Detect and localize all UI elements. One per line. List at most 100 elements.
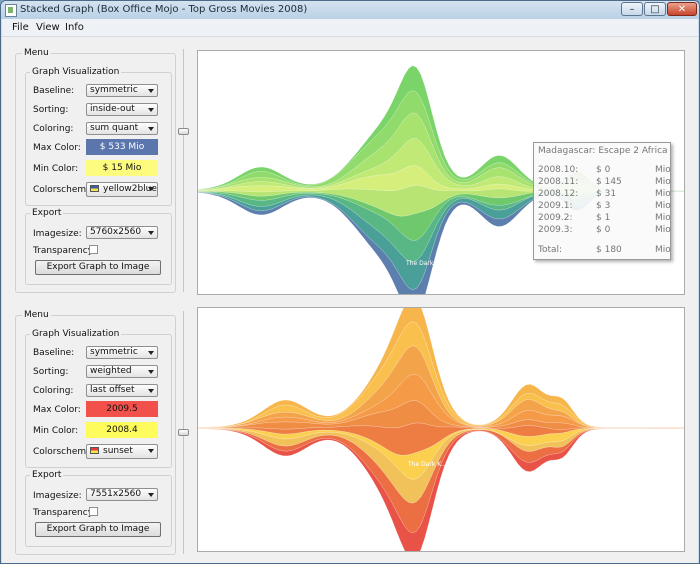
chevron-down-icon	[148, 370, 154, 374]
sorting-select[interactable]: inside-out	[86, 103, 158, 116]
close-button[interactable]: ✕	[667, 2, 697, 16]
movie-tooltip: Madagascar: Escape 2 Africa 2008.10: $ 0 M…	[533, 142, 671, 260]
min-color-label: Min Color:	[33, 426, 79, 436]
tooltip-unit: Mio	[655, 165, 671, 175]
tooltip-row: 2008.11: $ 145 Mio	[538, 177, 671, 188]
tooltip-row: 2009.1: $ 3 Mio	[538, 201, 671, 212]
sorting-value: inside-out	[90, 104, 135, 114]
tooltip-unit: Mio	[655, 225, 671, 235]
stream-layer-label: The Dark K...	[405, 260, 445, 267]
stacked-graph-canvas[interactable]: The Dark K...	[197, 307, 685, 552]
tooltip-period: 2008.10:	[538, 165, 579, 175]
transparency-label: Transparency:	[33, 508, 96, 518]
tooltip-amount: $ 3	[596, 201, 611, 211]
min-color-button[interactable]: $ 15 Mio	[86, 160, 158, 176]
maximize-button[interactable]: □	[644, 2, 666, 16]
graph-visualization-title: Graph Visualization	[30, 329, 122, 339]
export-title: Export	[30, 208, 64, 218]
tooltip-unit: Mio	[655, 201, 671, 211]
title-bar[interactable]: Stacked Graph (Box Office Mojo - Top Gro…	[1, 1, 699, 19]
chevron-down-icon	[148, 351, 154, 355]
graph-visualization-title: Graph Visualization	[30, 67, 122, 77]
imagesize-select[interactable]: 5760x2560	[86, 226, 158, 239]
stream-layer-label: The Dark K...	[407, 461, 447, 468]
transparency-checkbox[interactable]	[89, 245, 98, 254]
tooltip-row: 2008.12: $ 31 Mio	[538, 189, 671, 200]
tooltip-unit: Mio	[655, 189, 671, 199]
tooltip-total-unit: Mio	[655, 245, 671, 255]
coloring-select[interactable]: sum quant	[86, 122, 158, 135]
menu-title: Menu	[22, 310, 51, 320]
minimize-button[interactable]: –	[621, 2, 643, 16]
tooltip-unit: Mio	[655, 213, 671, 223]
chevron-down-icon	[148, 389, 154, 393]
menu-info[interactable]: Info	[65, 22, 84, 33]
tooltip-period: 2009.3:	[538, 225, 573, 235]
menu-file[interactable]: File	[12, 22, 29, 33]
chevron-down-icon	[148, 493, 154, 497]
tooltip-row: 2008.10: $ 0 Mio	[538, 165, 671, 176]
colorscheme-select[interactable]: sunset	[86, 444, 158, 459]
tooltip-total-row: Total: $ 180 Mio	[538, 245, 671, 256]
app-icon	[5, 4, 17, 17]
tooltip-amount: $ 0	[596, 165, 611, 175]
baseline-label: Baseline:	[33, 348, 75, 358]
imagesize-label: Imagesize:	[33, 229, 82, 239]
transparency-checkbox[interactable]	[89, 507, 98, 516]
coloring-value: last offset	[90, 385, 135, 395]
chevron-down-icon	[148, 89, 154, 93]
tooltip-amount: $ 31	[596, 189, 617, 199]
baseline-select[interactable]: symmetric	[86, 346, 158, 359]
baseline-value: symmetric	[90, 347, 138, 357]
splitter-line	[183, 49, 184, 292]
tooltip-period: 2009.1:	[538, 201, 573, 211]
max-color-button[interactable]: 2009.5	[86, 401, 158, 417]
menu-bar: File View Info	[2, 19, 698, 37]
tooltip-period: 2008.12:	[538, 189, 579, 199]
tooltip-amount: $ 0	[596, 225, 611, 235]
export-title: Export	[30, 470, 64, 480]
splitter-handle[interactable]	[178, 128, 189, 135]
tooltip-amount: $ 145	[596, 177, 622, 187]
chevron-down-icon	[148, 231, 154, 235]
chevron-down-icon	[148, 449, 154, 453]
min-color-button[interactable]: 2008.4	[86, 422, 158, 438]
colorscheme-value: sunset	[103, 446, 133, 456]
tooltip-unit: Mio	[655, 177, 671, 187]
sorting-select[interactable]: weighted	[86, 365, 158, 378]
imagesize-select[interactable]: 7551x2560	[86, 488, 158, 501]
panel-bottom: Menu Graph Visualization Baseline: symme…	[2, 299, 698, 563]
colorscheme-select[interactable]: yellow2blue	[86, 182, 158, 197]
tooltip-total-label: Total:	[538, 245, 563, 255]
export-graph-button[interactable]: Export Graph to Image	[35, 260, 161, 275]
chevron-down-icon	[148, 187, 154, 191]
menu-title: Menu	[22, 48, 51, 58]
baseline-value: symmetric	[90, 85, 138, 95]
coloring-value: sum quant	[90, 123, 139, 133]
tooltip-period: 2009.2:	[538, 213, 573, 223]
sorting-label: Sorting:	[33, 367, 69, 377]
coloring-select[interactable]: last offset	[86, 384, 158, 397]
imagesize-value: 5760x2560	[90, 227, 142, 237]
max-color-button[interactable]: $ 533 Mio	[86, 139, 158, 155]
streamgraph[interactable]: The Dark K...	[198, 308, 684, 551]
splitter-handle[interactable]	[178, 429, 189, 436]
export-graph-button[interactable]: Export Graph to Image	[35, 522, 161, 537]
window-title: Stacked Graph (Box Office Mojo - Top Gro…	[20, 4, 308, 15]
imagesize-value: 7551x2560	[90, 489, 142, 499]
max-color-label: Max Color:	[33, 143, 81, 153]
colorscheme-swatch-icon	[90, 185, 99, 192]
baseline-label: Baseline:	[33, 86, 75, 96]
max-color-label: Max Color:	[33, 405, 81, 415]
baseline-select[interactable]: symmetric	[86, 84, 158, 97]
imagesize-label: Imagesize:	[33, 491, 82, 501]
sorting-value: weighted	[90, 366, 132, 376]
transparency-label: Transparency:	[33, 246, 96, 256]
tooltip-total-amount: $ 180	[596, 245, 622, 255]
menu-view[interactable]: View	[36, 22, 60, 33]
tooltip-row: 2009.3: $ 0 Mio	[538, 225, 671, 236]
tooltip-title: Madagascar: Escape 2 Africa	[538, 146, 668, 156]
client-area: Menu Graph Visualization Baseline: symme…	[2, 37, 698, 563]
app-window: Stacked Graph (Box Office Mojo - Top Gro…	[0, 0, 700, 564]
min-color-label: Min Color:	[33, 164, 79, 174]
